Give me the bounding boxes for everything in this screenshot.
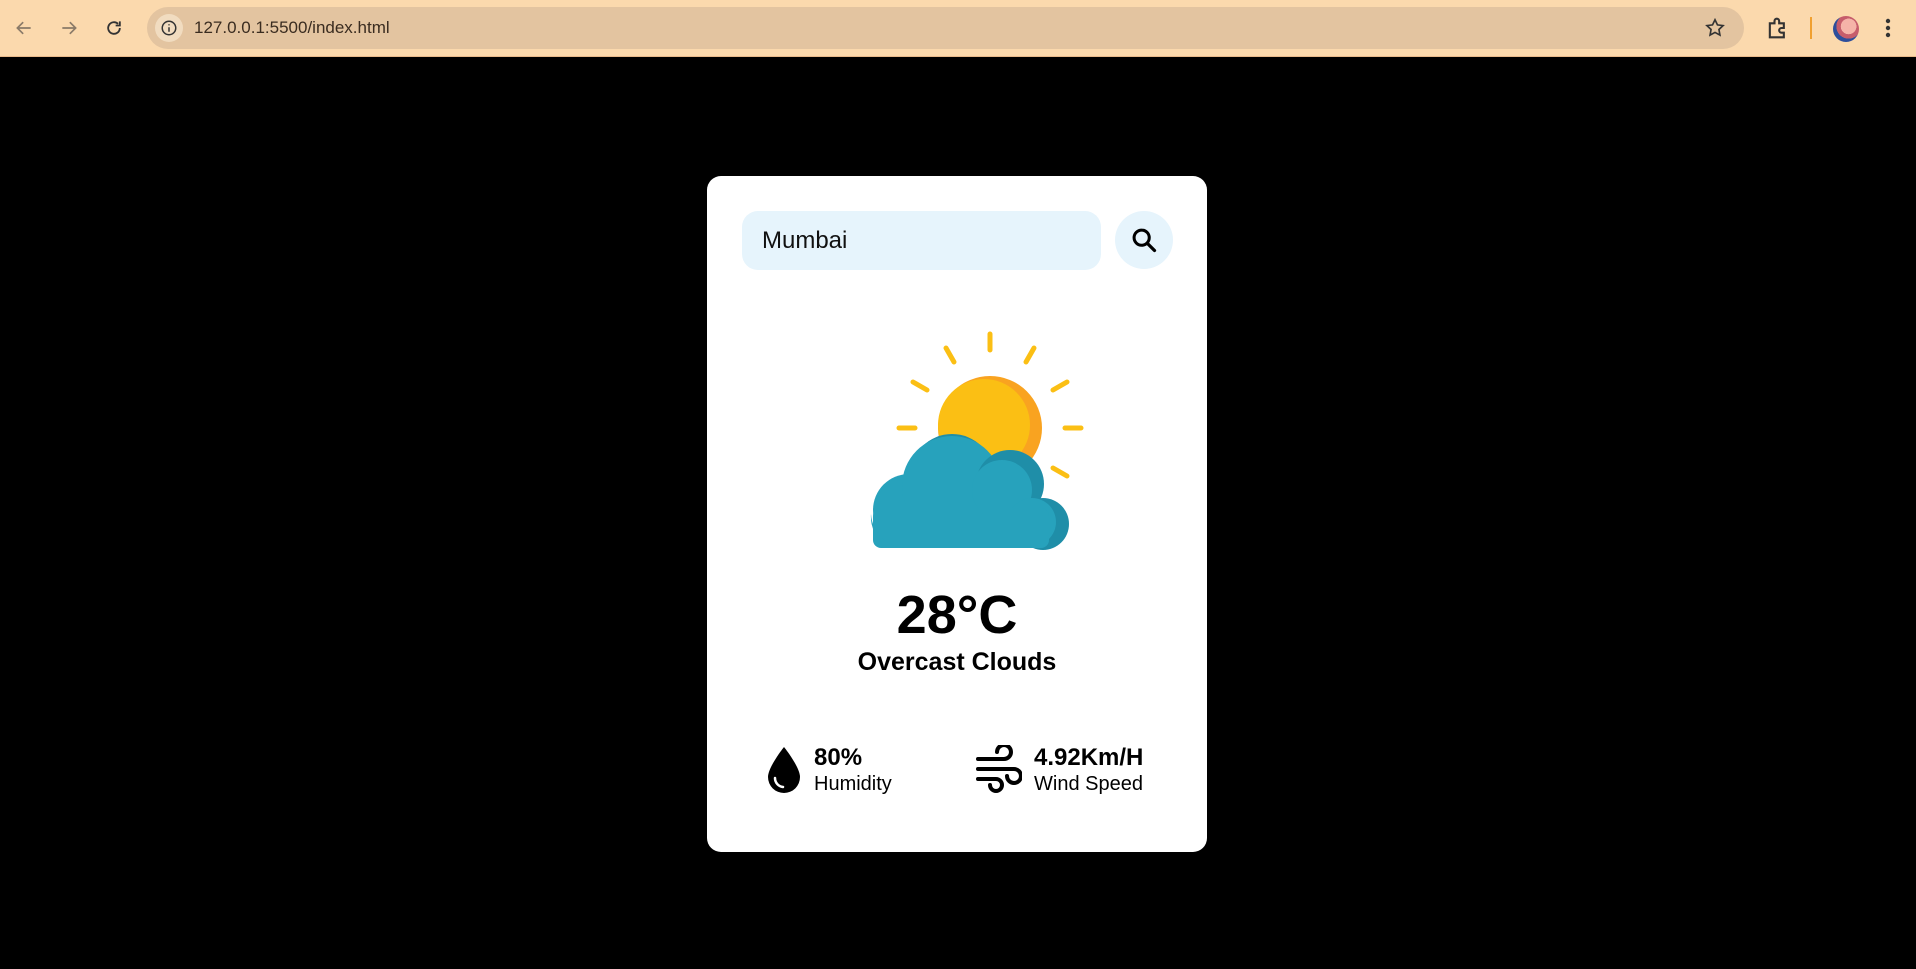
- weather-condition: Overcast Clouds: [857, 648, 1057, 676]
- arrow-right-icon: [62, 21, 77, 35]
- address-bar[interactable]: 127.0.0.1:5500/index.html: [147, 7, 1744, 49]
- profile-avatar[interactable]: [1833, 16, 1859, 42]
- humidity-value: 80%: [814, 744, 863, 771]
- reload-button[interactable]: [96, 10, 132, 46]
- more-menu-icon[interactable]: [1880, 14, 1896, 42]
- toolbar-divider: [1810, 17, 1812, 39]
- extensions-puzzle-icon[interactable]: [1764, 14, 1792, 42]
- city-search-input[interactable]: [742, 211, 1101, 270]
- temperature-value: 28°C: [896, 585, 1018, 645]
- water-drop-icon: [768, 747, 800, 793]
- url-text[interactable]: 127.0.0.1:5500/index.html: [194, 18, 390, 38]
- weather-card: 28°C Overcast Clouds 80% Humidity 4.92Km…: [707, 176, 1207, 852]
- site-info-icon[interactable]: [155, 14, 183, 42]
- humidity-label: Humidity: [814, 773, 892, 795]
- wind-icon: [976, 745, 1022, 793]
- forward-button[interactable]: [51, 10, 87, 46]
- browser-toolbar: 127.0.0.1:5500/index.html: [0, 0, 1916, 57]
- arrow-left-icon: [16, 21, 31, 35]
- search-button[interactable]: [1115, 211, 1173, 269]
- bookmark-star-icon[interactable]: [1704, 17, 1726, 39]
- wind-speed-label: Wind Speed: [1034, 773, 1143, 795]
- search-icon: [1132, 228, 1157, 253]
- back-button[interactable]: [6, 10, 42, 46]
- reload-icon: [107, 21, 121, 35]
- wind-speed-value: 4.92Km/H: [1034, 744, 1144, 771]
- sun-behind-cloud-icon: [870, 331, 1084, 550]
